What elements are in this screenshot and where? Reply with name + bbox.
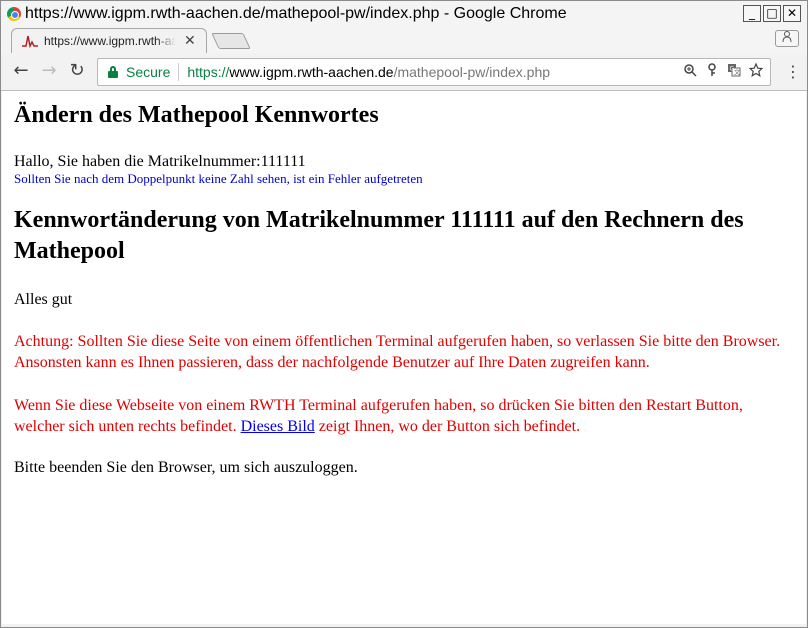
back-button[interactable]: ←	[11, 61, 31, 81]
greeting-text: Hallo, Sie haben die Matrikelnummer:1111…	[14, 153, 306, 170]
profile-button[interactable]	[775, 30, 799, 47]
maximize-button[interactable]: □	[763, 5, 781, 22]
tab-active[interactable]: https://www.igpm.rwth-aachen.de/mathepoo…	[11, 28, 207, 53]
forward-button[interactable]: →	[39, 61, 59, 81]
svg-text:文: 文	[734, 69, 740, 77]
tab-close-icon[interactable]: ✕	[184, 33, 196, 49]
key-icon[interactable]	[704, 63, 720, 81]
chrome-logo-icon	[7, 7, 21, 21]
title-bar[interactable]: https://www.igpm.rwth-aachen.de/mathepoo…	[1, 1, 807, 27]
omnibox-separator	[178, 63, 180, 81]
menu-button[interactable]: ⋮	[785, 62, 801, 82]
rwth-warning-text-after: zeigt Ihnen, wo der Button sich befindet…	[314, 418, 581, 435]
address-bar[interactable]: Secure https:// www.igpm.rwth-aachen.de …	[97, 58, 771, 86]
star-icon[interactable]	[748, 62, 764, 81]
tab-title: https://www.igpm.rwth-aachen.de/mathepoo…	[44, 34, 176, 48]
minimize-button[interactable]: _	[743, 5, 761, 22]
zoom-icon[interactable]	[682, 63, 698, 81]
section-title: Kennwortänderung von Matrikelnummer 1111…	[14, 207, 744, 264]
greeting-note: Sollten Sie nach dem Doppelpunkt keine Z…	[14, 171, 423, 186]
status-text: Alles gut	[14, 291, 73, 308]
omnibox-actions: G文	[682, 62, 764, 81]
rwth-terminal-warning: Wenn Sie diese Webseite von einem RWTH T…	[14, 395, 794, 437]
lock-icon[interactable]	[108, 65, 118, 78]
browser-window: https://www.igpm.rwth-aachen.de/mathepoo…	[0, 0, 808, 628]
url-scheme: https://	[187, 64, 230, 80]
url-host: www.igpm.rwth-aachen.de	[229, 64, 394, 80]
logout-note: Bitte beenden Sie den Browser, um sich a…	[14, 459, 358, 476]
translate-icon[interactable]: G文	[726, 63, 742, 81]
restart-image-link[interactable]: Dieses Bild	[241, 418, 315, 435]
secure-label[interactable]: Secure	[126, 64, 170, 80]
window-controls: _ □ ✕	[743, 5, 801, 22]
person-icon	[782, 31, 792, 43]
page-content: Ändern des Mathepool Kennwortes Hallo, S…	[2, 91, 806, 624]
url-path: /mathepool-pw/index.php	[393, 64, 551, 80]
tab-strip: https://www.igpm.rwth-aachen.de/mathepoo…	[1, 27, 807, 53]
new-tab-button[interactable]	[211, 33, 251, 49]
page-title: Ändern des Mathepool Kennwortes	[14, 102, 379, 128]
pulse-favicon-icon	[22, 35, 38, 48]
reload-button[interactable]: ↻	[67, 61, 87, 81]
public-terminal-warning: Achtung: Sollten Sie diese Seite von ein…	[14, 333, 781, 371]
close-button[interactable]: ✕	[783, 5, 801, 22]
window-title: https://www.igpm.rwth-aachen.de/mathepoo…	[25, 5, 567, 22]
browser-toolbar: ← → ↻ Secure https:// www.igpm.rwth-aach…	[1, 53, 807, 91]
